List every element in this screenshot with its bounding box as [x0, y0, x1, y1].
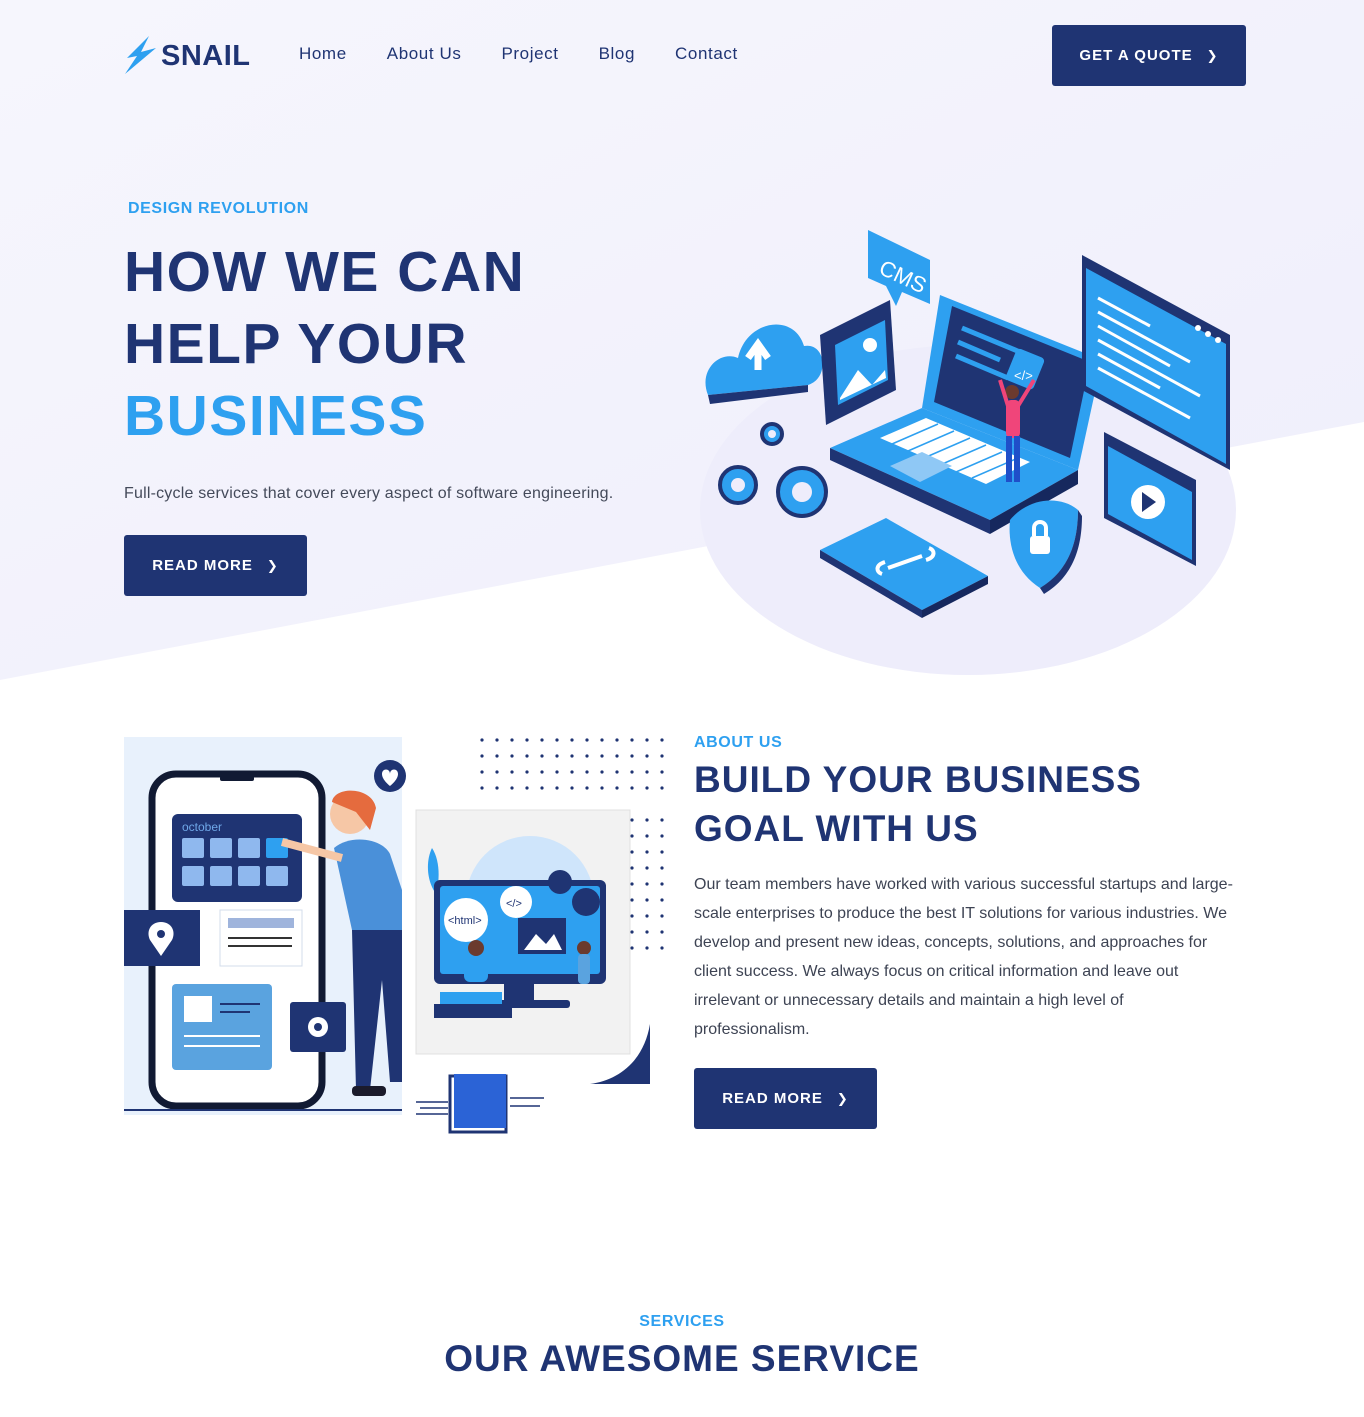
hero-read-more-label: READ MORE — [152, 557, 253, 574]
logo-text[interactable]: SNAIL — [161, 40, 251, 73]
calendar-month-label: october — [182, 820, 222, 834]
chevron-right-icon: ❯ — [266, 557, 279, 573]
heart-icon — [374, 760, 406, 792]
hero-eyebrow: DESIGN REVOLUTION — [128, 200, 309, 217]
about-eyebrow: ABOUT US — [694, 734, 783, 751]
about-code-label: </> — [506, 898, 522, 910]
cms-bubble: CMS — [868, 230, 930, 306]
about-illustration: october <html> </> — [124, 737, 664, 1134]
about-description: Our team members have worked with variou… — [694, 876, 1233, 1038]
about-title-line-1: BUILD YOUR BUSINESS — [694, 759, 1142, 800]
hero-subtitle: Full-cycle services that cover every asp… — [124, 485, 614, 502]
about-title-line-2: GOAL WITH US — [694, 808, 979, 849]
services-eyebrow: SERVICES — [639, 1313, 725, 1330]
nav-about-us[interactable]: About Us — [387, 44, 462, 64]
html-tag-label: <html> — [448, 915, 482, 927]
hero-illustration: CMS </> — [700, 230, 1236, 675]
services-title: OUR AWESOME SERVICE — [444, 1338, 920, 1379]
chevron-right-icon: ❯ — [1206, 47, 1219, 63]
get-a-quote-button[interactable]: GET A QUOTE ❯ — [1052, 25, 1246, 86]
nav-contact[interactable]: Contact — [675, 44, 738, 64]
get-a-quote-label: GET A QUOTE — [1079, 47, 1193, 64]
nav-project[interactable]: Project — [501, 44, 558, 64]
nav-blog[interactable]: Blog — [599, 44, 635, 64]
cloud-upload-icon — [705, 324, 823, 404]
hero-title-line-1: HOW WE CAN — [124, 240, 526, 304]
chevron-right-icon: ❯ — [836, 1090, 849, 1106]
main-nav: Home About Us Project Blog Contact — [299, 44, 738, 64]
hero-read-more-button[interactable]: READ MORE ❯ — [124, 535, 307, 596]
about-read-more-label: READ MORE — [722, 1090, 823, 1107]
gear-icon — [308, 1017, 328, 1037]
nav-home[interactable]: Home — [299, 44, 347, 64]
hero-title-line-3: BUSINESS — [124, 384, 428, 448]
hero-title-line-2: HELP YOUR — [124, 312, 468, 376]
hero-code-label: </> — [1014, 368, 1033, 383]
about-read-more-button[interactable]: READ MORE ❯ — [694, 1068, 877, 1129]
